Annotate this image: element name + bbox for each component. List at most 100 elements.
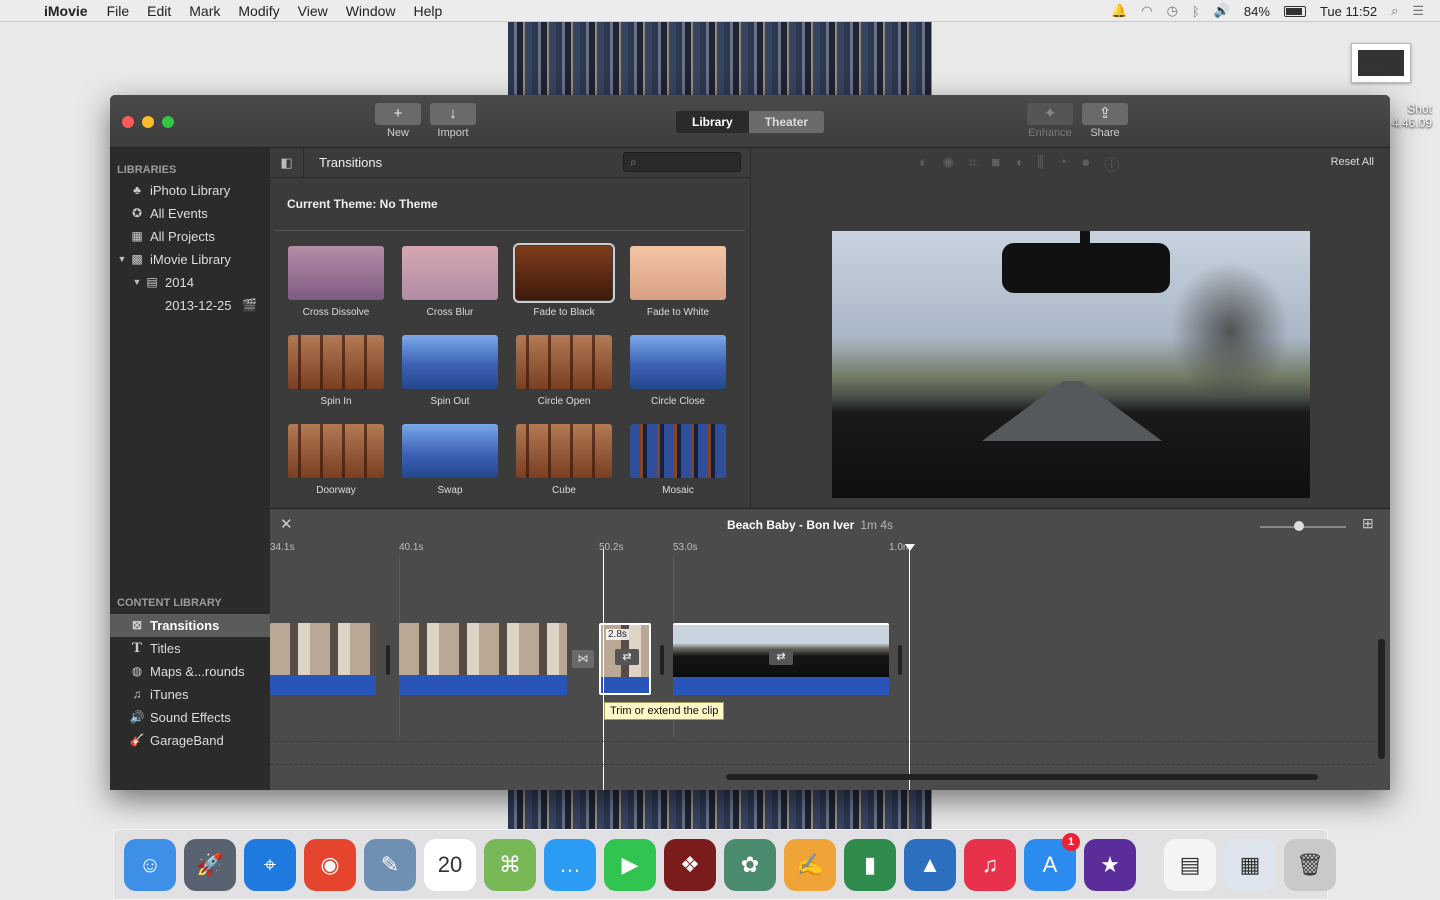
sidebar-item-transitions[interactable]: ⊠ Transitions — [110, 614, 270, 637]
menu-help[interactable]: Help — [414, 3, 443, 19]
transition-cube[interactable]: Cube — [514, 424, 614, 496]
skimmer-line[interactable] — [603, 549, 604, 790]
speed-icon[interactable]: ◔ — [1058, 154, 1067, 175]
info-icon[interactable]: ⓘ — [1104, 154, 1119, 175]
maps-icon[interactable]: ⌘ — [484, 838, 536, 891]
transition-circle-close[interactable]: Circle Close — [628, 335, 728, 407]
reset-all-button[interactable]: Reset All — [1331, 156, 1374, 168]
safari-icon[interactable]: ⌖ — [244, 838, 296, 891]
clip-appearance-icon[interactable]: ⊞ — [1362, 515, 1374, 532]
vertical-scrollbar[interactable] — [1378, 639, 1385, 759]
wifi-icon[interactable]: ◠ — [1141, 3, 1152, 19]
enhance-button[interactable]: ✦ Enhance — [1027, 103, 1073, 139]
disclosure-triangle-icon[interactable]: ▼ — [117, 248, 127, 271]
zoom-window-button[interactable] — [162, 116, 174, 128]
battery-icon[interactable] — [1283, 5, 1306, 17]
chrome-icon[interactable]: ◉ — [304, 838, 356, 891]
minimize-window-button[interactable] — [142, 116, 154, 128]
color-palette-icon[interactable]: ✺ — [942, 154, 955, 175]
messages-icon[interactable]: … — [544, 838, 596, 891]
playhead-marker-icon[interactable] — [905, 544, 915, 551]
notification-center-icon[interactable]: ☰ — [1412, 3, 1424, 19]
menu-file[interactable]: File — [107, 3, 130, 19]
sidebar-item-garageband[interactable]: 🎸 GarageBand — [110, 729, 270, 752]
transition-badge-icon[interactable]: ⇄ — [769, 649, 793, 665]
desktop-screenshot-icon[interactable] — [1351, 43, 1411, 83]
toggle-sidebar-icon[interactable]: ◧ — [270, 147, 304, 178]
app-menu[interactable]: iMovie — [44, 3, 88, 19]
transition-doorway[interactable]: Doorway — [286, 424, 386, 496]
transition-badge-icon[interactable]: ⇄ — [615, 649, 639, 665]
transition-spin-in[interactable]: Spin In — [286, 335, 386, 407]
finder-icon[interactable]: ☺ — [124, 838, 176, 891]
app-store-icon[interactable]: A1 — [1024, 832, 1080, 891]
facetime-icon[interactable]: ▶ — [604, 838, 656, 891]
menu-edit[interactable]: Edit — [147, 3, 171, 19]
bluetooth-icon[interactable]: ᛒ — [1192, 4, 1200, 19]
menu-modify[interactable]: Modify — [238, 3, 279, 19]
transition-fade-to-white[interactable]: Fade to White — [628, 246, 728, 318]
imovie-icon[interactable]: ★ — [1084, 838, 1136, 891]
timeline-clip[interactable] — [399, 623, 567, 695]
sidebar-item-maps-backgrounds[interactable]: ◍ Maps &...rounds — [110, 660, 270, 683]
preview-icon[interactable]: ✎ — [364, 838, 416, 891]
clip-trim-handle[interactable] — [386, 645, 390, 675]
crop-icon[interactable]: ⌗ — [969, 154, 977, 175]
clip-filter-icon[interactable]: ● — [1081, 154, 1090, 175]
search-input[interactable]: ⌕ — [623, 152, 741, 172]
close-window-button[interactable] — [122, 116, 134, 128]
sidebar-item-iphoto-library[interactable]: ♣ iPhoto Library — [110, 179, 270, 202]
transition-icon[interactable]: ⋈ — [572, 650, 594, 668]
video-preview[interactable] — [832, 231, 1310, 498]
sidebar-item-itunes[interactable]: ♫ iTunes — [110, 683, 270, 706]
downloads-stack-icon[interactable]: ▦ — [1224, 838, 1276, 891]
volume-icon[interactable]: 🔊 — [1214, 3, 1230, 19]
numbers-icon[interactable]: ▮ — [844, 838, 896, 891]
transition-mosaic[interactable]: Mosaic — [628, 424, 728, 496]
document-icon[interactable]: ▤ — [1164, 838, 1216, 891]
iphoto-icon[interactable]: ✿ — [724, 838, 776, 891]
trash-icon[interactable]: 🗑 — [1284, 838, 1336, 891]
launchpad-icon[interactable]: 🚀 — [184, 838, 236, 891]
transition-circle-open[interactable]: Circle Open — [514, 335, 614, 407]
transition-swap[interactable]: Swap — [400, 424, 500, 496]
clip-trim-handle[interactable] — [898, 645, 902, 675]
horizontal-scrollbar[interactable] — [726, 774, 1318, 780]
transition-spin-out[interactable]: Spin Out — [400, 335, 500, 407]
tab-library[interactable]: Library — [676, 111, 749, 133]
transition-cross-dissolve[interactable]: Cross Dissolve — [286, 246, 386, 318]
sidebar-item-titles[interactable]: T Titles — [110, 637, 270, 660]
transition-cross-blur[interactable]: Cross Blur — [400, 246, 500, 318]
sidebar-item-2014[interactable]: ▼ ▤ 2014 — [110, 271, 270, 294]
keynote-icon[interactable]: ▲ — [904, 838, 956, 891]
itunes-icon[interactable]: ♫ — [964, 838, 1016, 891]
playhead[interactable] — [909, 549, 910, 790]
menu-mark[interactable]: Mark — [189, 3, 220, 19]
share-button[interactable]: ⇪ Share — [1082, 103, 1128, 139]
calendar-icon[interactable]: 20 — [424, 838, 476, 891]
time-machine-icon[interactable]: ◷ — [1167, 3, 1178, 19]
tab-theater[interactable]: Theater — [748, 111, 825, 133]
sidebar-item-event[interactable]: 2013-12-25 🎬 — [110, 294, 270, 317]
color-balance-icon[interactable]: ◐ — [919, 154, 928, 175]
menu-view[interactable]: View — [298, 3, 328, 19]
timeline-clip[interactable] — [270, 623, 376, 695]
new-button[interactable]: + New — [375, 103, 421, 139]
clock[interactable]: Tue 11:52 — [1320, 4, 1377, 19]
sidebar-item-sound-effects[interactable]: 🔊 Sound Effects — [110, 706, 270, 729]
volume-icon[interactable]: ◖ — [1014, 154, 1023, 175]
zoom-slider-knob[interactable] — [1294, 521, 1304, 531]
import-button[interactable]: ↓ Import — [430, 103, 476, 139]
menu-window[interactable]: Window — [346, 3, 396, 19]
spotlight-icon[interactable]: ⌕ — [1391, 3, 1398, 19]
notification-icon[interactable]: 🔔 — [1111, 3, 1127, 19]
transition-fade-to-black[interactable]: Fade to Black — [513, 243, 615, 318]
pages-icon[interactable]: ✍ — [784, 838, 836, 891]
stabilization-icon[interactable]: ■ — [991, 154, 1000, 175]
equalizer-icon[interactable]: ⫼ — [1037, 154, 1044, 175]
sidebar-item-all-events[interactable]: ✪ All Events — [110, 202, 270, 225]
disclosure-triangle-icon[interactable]: ▼ — [132, 271, 142, 294]
photo-booth-icon[interactable]: ❖ — [664, 838, 716, 891]
clip-trim-handle[interactable] — [660, 645, 664, 675]
sidebar-item-imovie-library[interactable]: ▼ ▩ iMovie Library — [110, 248, 270, 271]
